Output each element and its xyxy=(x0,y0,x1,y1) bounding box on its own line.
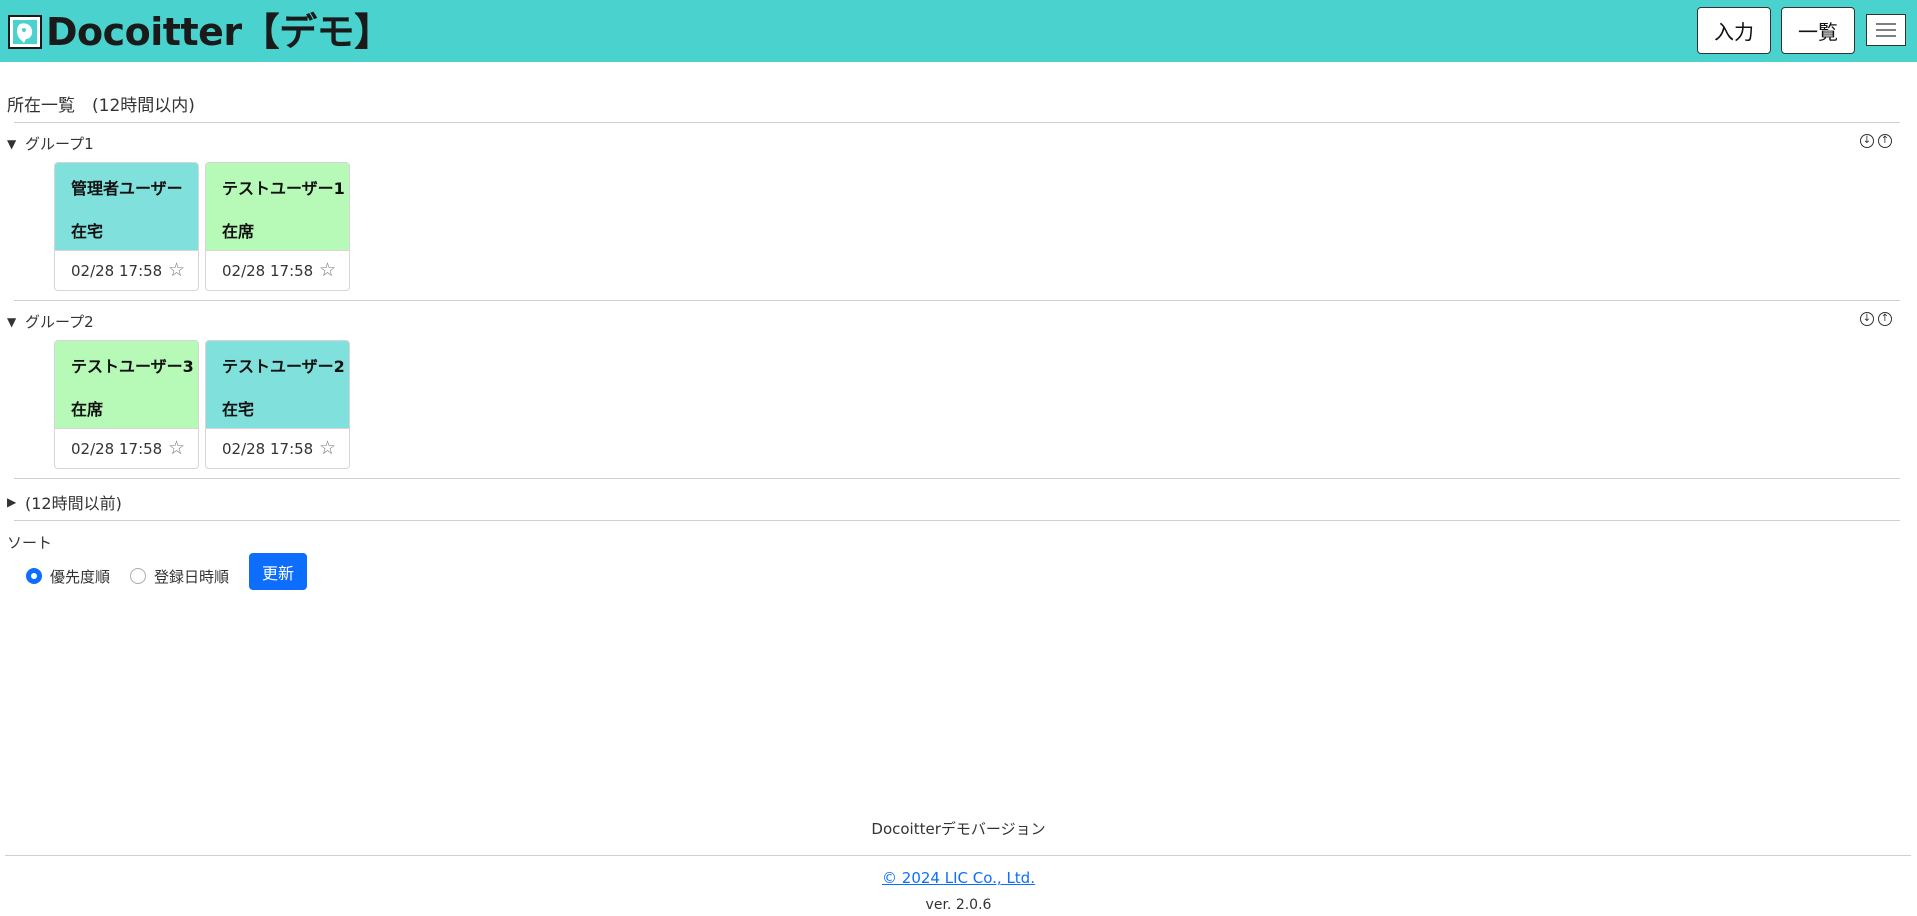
copyright-container: © 2024 LIC Co., Ltd. xyxy=(0,869,1917,887)
hamburger-menu-button[interactable] xyxy=(1866,14,1906,46)
move-up-icon[interactable]: ↑ xyxy=(1878,134,1892,148)
sort-options: 優先度順 登録日時順 xyxy=(26,559,229,593)
card-header: テストユーザー1 在席 xyxy=(206,163,349,250)
version-note: Docoitterデモバージョン xyxy=(871,820,1046,838)
copyright-link[interactable]: © 2024 LIC Co., Ltd. xyxy=(882,869,1035,887)
footer-divider xyxy=(5,855,1911,856)
sort-date-label[interactable]: 登録日時順 xyxy=(154,566,229,587)
expanded-triangle-icon: ▼ xyxy=(7,314,17,329)
group-label: グループ2 xyxy=(25,313,94,331)
user-card[interactable]: 管理者ユーザー 在宅 02/28 17:58 ☆ xyxy=(54,162,199,291)
sort-label: ソート xyxy=(7,534,53,552)
star-icon[interactable]: ☆ xyxy=(319,437,336,459)
expanded-triangle-icon: ▼ xyxy=(7,136,17,151)
sort-priority-radio[interactable] xyxy=(26,568,42,584)
user-name: 管理者ユーザー xyxy=(71,179,183,198)
group-label: グループ1 xyxy=(25,135,94,153)
card-header: テストユーザー3 在席 xyxy=(55,341,198,428)
user-card[interactable]: テストユーザー2 在宅 02/28 17:58 ☆ xyxy=(205,340,350,469)
divider xyxy=(14,478,1900,479)
update-time: 02/28 17:58 xyxy=(71,440,163,458)
divider xyxy=(14,520,1900,521)
card-footer: 02/28 17:58 ☆ xyxy=(206,250,349,290)
move-up-icon[interactable]: ↑ xyxy=(1878,312,1892,326)
user-name: テストユーザー2 xyxy=(222,357,345,376)
collapsed-triangle-icon: ▶ xyxy=(7,495,17,509)
card-footer: 02/28 17:58 ☆ xyxy=(55,428,198,468)
update-button[interactable]: 更新 xyxy=(249,553,307,590)
card-header: テストユーザー2 在宅 xyxy=(206,341,349,428)
user-card[interactable]: テストユーザー1 在席 02/28 17:58 ☆ xyxy=(205,162,350,291)
card-footer: 02/28 17:58 ☆ xyxy=(55,250,198,290)
update-time: 02/28 17:58 xyxy=(222,440,314,458)
star-icon[interactable]: ☆ xyxy=(168,259,185,281)
divider xyxy=(14,122,1900,123)
page-title: 所在一覧 (12時間以内) xyxy=(7,96,195,116)
group-toggle-2[interactable]: ▼ グループ2 xyxy=(7,311,94,332)
update-time: 02/28 17:58 xyxy=(222,262,314,280)
older-entries-toggle[interactable]: ▶ (12時間以前) xyxy=(7,490,122,514)
group-order-controls-1: ↓ ↑ xyxy=(1860,134,1892,148)
brand[interactable]: Docoitter【デモ】 xyxy=(8,12,392,52)
group-order-controls-2: ↓ ↑ xyxy=(1860,312,1892,326)
move-down-icon[interactable]: ↓ xyxy=(1860,134,1874,148)
sort-date-radio[interactable] xyxy=(130,568,147,584)
update-time: 02/28 17:58 xyxy=(71,262,163,280)
card-footer: 02/28 17:58 ☆ xyxy=(206,428,349,468)
hamburger-icon xyxy=(1876,23,1896,37)
star-icon[interactable]: ☆ xyxy=(168,437,185,459)
user-status: 在宅 xyxy=(71,222,104,241)
star-icon[interactable]: ☆ xyxy=(319,259,336,281)
older-entries-label: (12時間以前) xyxy=(25,494,122,513)
user-status: 在席 xyxy=(71,400,104,419)
card-header: 管理者ユーザー 在宅 xyxy=(55,163,198,250)
input-button[interactable]: 入力 xyxy=(1697,7,1771,54)
sort-priority-label[interactable]: 優先度順 xyxy=(50,566,110,587)
group-toggle-1[interactable]: ▼ グループ1 xyxy=(7,133,94,154)
app-title: Docoitter【デモ】 xyxy=(46,10,392,54)
divider xyxy=(14,300,1900,301)
version-text: ver. 2.0.6 xyxy=(925,897,992,913)
user-status: 在宅 xyxy=(222,400,255,419)
list-button[interactable]: 一覧 xyxy=(1781,7,1855,54)
move-down-icon[interactable]: ↓ xyxy=(1860,312,1874,326)
navbar: Docoitter【デモ】 入力 一覧 xyxy=(0,0,1917,62)
user-status: 在席 xyxy=(222,222,255,241)
user-name: テストユーザー3 xyxy=(71,357,194,376)
app-logo-icon xyxy=(8,15,42,49)
user-card[interactable]: テストユーザー3 在席 02/28 17:58 ☆ xyxy=(54,340,199,469)
user-name: テストユーザー1 xyxy=(222,179,345,198)
